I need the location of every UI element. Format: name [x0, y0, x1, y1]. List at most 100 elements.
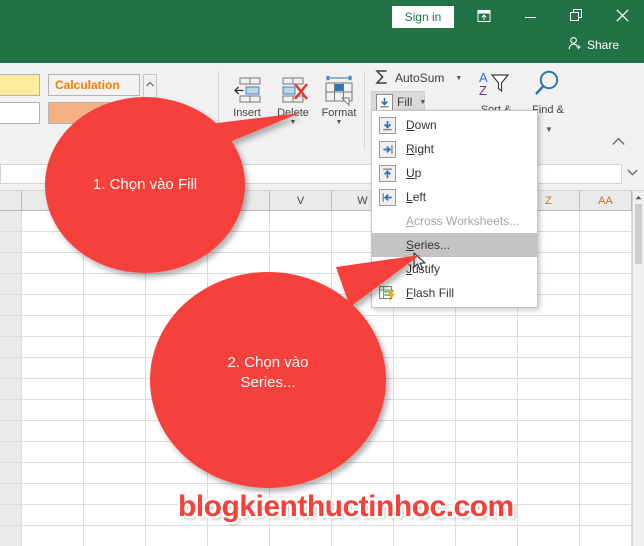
- grid-cell[interactable]: [84, 379, 146, 400]
- grid-cell[interactable]: [580, 358, 632, 379]
- grid-cell[interactable]: [518, 505, 580, 526]
- grid-cell[interactable]: [518, 484, 580, 505]
- grid-cell[interactable]: [22, 379, 84, 400]
- grid-cell[interactable]: [0, 211, 22, 232]
- grid-cell[interactable]: [22, 295, 84, 316]
- grid-cell[interactable]: [518, 337, 580, 358]
- fill-menu-item-up[interactable]: Up: [372, 161, 537, 185]
- grid-cell[interactable]: [22, 316, 84, 337]
- grid-cell[interactable]: [0, 337, 22, 358]
- grid-cell[interactable]: [456, 316, 518, 337]
- grid-cell[interactable]: [22, 505, 84, 526]
- grid-cell[interactable]: [580, 211, 632, 232]
- grid-cell[interactable]: [456, 400, 518, 421]
- grid-cell[interactable]: [580, 463, 632, 484]
- grid-cell[interactable]: [456, 463, 518, 484]
- fill-menu-item-down[interactable]: Down: [372, 113, 537, 137]
- cell-style-calculation[interactable]: Calculation: [48, 74, 140, 96]
- ribbon-display-options-button[interactable]: [470, 4, 498, 30]
- grid-cell[interactable]: [146, 526, 208, 546]
- grid-cell[interactable]: [518, 379, 580, 400]
- grid-cell[interactable]: [22, 421, 84, 442]
- column-header-aa[interactable]: AA: [580, 191, 632, 211]
- autosum-button[interactable]: AutoSum ▼: [370, 67, 466, 89]
- grid-cell[interactable]: [580, 274, 632, 295]
- grid-cell[interactable]: [84, 463, 146, 484]
- grid-cell[interactable]: [84, 505, 146, 526]
- grid-cell[interactable]: [22, 400, 84, 421]
- grid-cell[interactable]: [22, 484, 84, 505]
- grid-cell[interactable]: [0, 421, 22, 442]
- grid-cell[interactable]: [518, 400, 580, 421]
- collapse-ribbon-button[interactable]: [612, 137, 625, 149]
- grid-cell[interactable]: [580, 526, 632, 546]
- grid-cell[interactable]: [84, 316, 146, 337]
- grid-cell[interactable]: [84, 337, 146, 358]
- fill-caret-icon[interactable]: ▼: [419, 99, 426, 106]
- grid-cell[interactable]: [518, 358, 580, 379]
- grid-cell[interactable]: [456, 421, 518, 442]
- grid-cell[interactable]: [84, 421, 146, 442]
- grid-cell[interactable]: [84, 526, 146, 546]
- grid-cell[interactable]: [0, 505, 22, 526]
- vertical-scrollbar[interactable]: [632, 191, 644, 546]
- autosum-caret-icon[interactable]: ▼: [455, 75, 462, 82]
- grid-cell[interactable]: [84, 358, 146, 379]
- grid-cell[interactable]: [518, 316, 580, 337]
- grid-cell[interactable]: [580, 253, 632, 274]
- grid-cell[interactable]: [456, 337, 518, 358]
- minimize-button[interactable]: [516, 4, 544, 30]
- grid-cell[interactable]: [580, 484, 632, 505]
- grid-cell[interactable]: [456, 358, 518, 379]
- grid-cell[interactable]: [84, 484, 146, 505]
- grid-cell[interactable]: [0, 400, 22, 421]
- grid-cell[interactable]: [84, 274, 146, 295]
- grid-cell[interactable]: [84, 400, 146, 421]
- grid-cell[interactable]: [580, 232, 632, 253]
- grid-cell[interactable]: [208, 526, 270, 546]
- grid-cell[interactable]: [580, 337, 632, 358]
- fill-menu-item-right[interactable]: Right: [372, 137, 537, 161]
- grid-cell[interactable]: [580, 400, 632, 421]
- grid-cell[interactable]: [518, 442, 580, 463]
- styles-scroll-up-icon[interactable]: [144, 75, 156, 93]
- grid-cell[interactable]: [0, 274, 22, 295]
- grid-cell[interactable]: [456, 442, 518, 463]
- vertical-scroll-thumb[interactable]: [635, 204, 642, 264]
- grid-cell[interactable]: [0, 253, 22, 274]
- formula-bar-expand-chevron-icon[interactable]: [627, 168, 638, 178]
- grid-cell[interactable]: [580, 379, 632, 400]
- grid-cell[interactable]: [84, 295, 146, 316]
- grid-cell[interactable]: [270, 526, 332, 546]
- grid-cell[interactable]: [84, 442, 146, 463]
- grid-cell[interactable]: [456, 379, 518, 400]
- scroll-up-arrow-icon[interactable]: [633, 191, 644, 204]
- grid-cell[interactable]: [580, 421, 632, 442]
- grid-cell[interactable]: [22, 442, 84, 463]
- fill-menu-item-left[interactable]: Left: [372, 185, 537, 209]
- grid-cell[interactable]: [580, 442, 632, 463]
- close-button[interactable]: [608, 4, 636, 30]
- grid-cell[interactable]: [0, 442, 22, 463]
- grid-cell[interactable]: [580, 295, 632, 316]
- grid-cell[interactable]: [518, 463, 580, 484]
- grid-cell[interactable]: [0, 358, 22, 379]
- grid-cell[interactable]: [0, 316, 22, 337]
- editing-group-caret-icon[interactable]: ▼: [545, 125, 553, 134]
- grid-cell[interactable]: [22, 526, 84, 546]
- grid-cell[interactable]: [22, 337, 84, 358]
- grid-cell[interactable]: [0, 463, 22, 484]
- grid-cell[interactable]: [0, 526, 22, 546]
- grid-cell[interactable]: [580, 505, 632, 526]
- grid-cell[interactable]: [518, 526, 580, 546]
- cell-style-hyperlink[interactable]: yperlink: [0, 102, 40, 124]
- grid-cell[interactable]: [394, 526, 456, 546]
- grid-cell[interactable]: [332, 526, 394, 546]
- grid-cell[interactable]: [0, 295, 22, 316]
- grid-cell[interactable]: [0, 484, 22, 505]
- cell-style-neutral[interactable]: eutral: [0, 74, 40, 96]
- grid-cell[interactable]: [518, 421, 580, 442]
- grid-cell[interactable]: [22, 358, 84, 379]
- grid-cell[interactable]: [580, 316, 632, 337]
- grid-cell[interactable]: [0, 232, 22, 253]
